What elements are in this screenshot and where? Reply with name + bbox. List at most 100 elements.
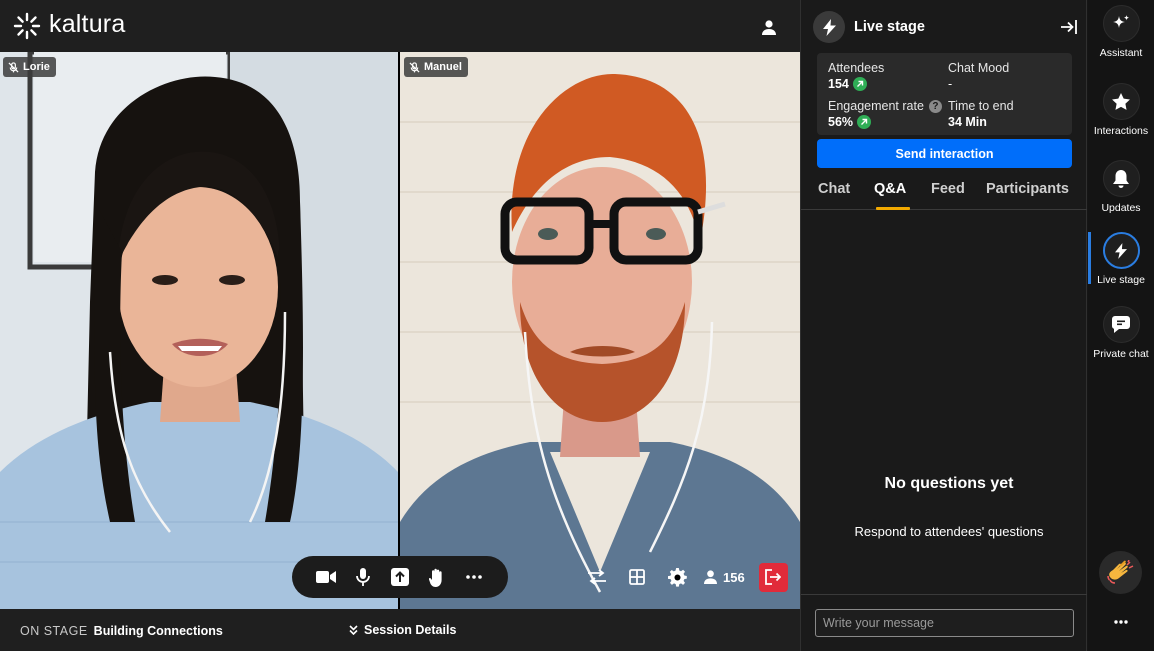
rail-item-live-stage[interactable]: Live stage bbox=[1088, 232, 1154, 286]
private-chat-button[interactable] bbox=[1102, 306, 1140, 343]
participant-count-value: 156 bbox=[723, 569, 745, 585]
grid-view-button[interactable] bbox=[624, 564, 650, 590]
lightning-icon bbox=[1115, 242, 1127, 259]
brand-name: kaltura bbox=[49, 10, 126, 38]
session-stats: Attendees 154 Chat Mood - Engagement rat… bbox=[817, 53, 1072, 135]
time-to-end-label: Time to end bbox=[948, 99, 1014, 113]
time-to-end-stat: Time to end 34 Min bbox=[948, 99, 1014, 129]
mic-muted-icon bbox=[409, 61, 420, 73]
rail-item-assistant[interactable]: Assistant bbox=[1088, 5, 1154, 59]
more-options-button[interactable] bbox=[461, 564, 487, 590]
grid-icon bbox=[629, 569, 645, 585]
collapse-right-icon bbox=[1061, 20, 1077, 34]
trend-up-icon bbox=[852, 77, 867, 91]
chat-mood-label: Chat Mood bbox=[948, 61, 1010, 75]
settings-button[interactable] bbox=[664, 564, 690, 590]
more-options-rail-button[interactable] bbox=[1110, 612, 1132, 632]
on-stage-info: ON STAGE Building Connections bbox=[20, 624, 223, 638]
user-icon bbox=[762, 19, 776, 35]
rail-item-interactions[interactable]: Interactions bbox=[1088, 83, 1154, 137]
rail-item-private-chat[interactable]: Private chat bbox=[1088, 306, 1154, 360]
empty-state-title: No questions yet bbox=[884, 475, 1014, 492]
kaltura-logo[interactable]: kaltura bbox=[13, 10, 126, 40]
microphone-button[interactable] bbox=[350, 564, 376, 590]
raise-hand-icon bbox=[429, 568, 442, 587]
attendees-value: 154 bbox=[828, 77, 849, 91]
panel-tabs: Chat Q&A Feed Participants bbox=[801, 172, 1087, 210]
tab-feed[interactable]: Feed bbox=[931, 181, 965, 197]
help-icon[interactable]: ? bbox=[928, 99, 942, 113]
tab-participants[interactable]: Participants bbox=[986, 181, 1069, 197]
user-profile-button[interactable] bbox=[758, 16, 780, 38]
panel-header: Live stage bbox=[813, 11, 1078, 43]
participant-name: Manuel bbox=[424, 61, 462, 73]
sparkle-icon bbox=[1113, 14, 1130, 28]
camera-icon bbox=[316, 571, 336, 583]
engagement-label: Engagement rate bbox=[828, 99, 924, 113]
session-details-label: Session Details bbox=[364, 623, 457, 637]
reactions-button[interactable] bbox=[1099, 551, 1142, 594]
clapping-hands-icon bbox=[1106, 559, 1133, 584]
on-stage-label: ON STAGE bbox=[20, 624, 88, 638]
session-title: Building Connections bbox=[93, 624, 223, 638]
participant-video-manuel bbox=[400, 52, 800, 609]
kaltura-logo-icon bbox=[13, 12, 41, 40]
rail-label: Private chat bbox=[1093, 348, 1149, 360]
panel-icon bbox=[813, 11, 845, 43]
live-stage-panel: Live stage Attendees 154 Chat Mood - Eng… bbox=[800, 0, 1087, 651]
camera-button[interactable] bbox=[313, 564, 339, 590]
rail-label: Assistant bbox=[1099, 47, 1143, 59]
rail-label: Updates bbox=[1101, 202, 1141, 214]
message-input[interactable] bbox=[815, 609, 1074, 637]
participant-name: Lorie bbox=[23, 61, 50, 73]
video-tile-manuel[interactable]: Manuel bbox=[400, 52, 800, 609]
participant-name-tag: Manuel bbox=[404, 57, 468, 77]
attendees-stat: Attendees 154 bbox=[828, 61, 884, 91]
gear-icon bbox=[667, 567, 687, 587]
more-icon bbox=[466, 575, 482, 579]
video-stage: Lorie Manuel bbox=[0, 52, 800, 609]
microphone-icon bbox=[356, 568, 370, 586]
rail-label: Interactions bbox=[1093, 125, 1149, 137]
active-tab-indicator bbox=[876, 207, 910, 210]
share-screen-button[interactable] bbox=[387, 564, 413, 590]
trend-up-icon bbox=[857, 115, 872, 129]
live-stage-button[interactable] bbox=[1102, 232, 1140, 269]
participant-count-button[interactable]: 156 bbox=[704, 570, 745, 585]
tab-chat[interactable]: Chat bbox=[818, 181, 850, 197]
engagement-value: 56% bbox=[828, 115, 854, 129]
bell-icon bbox=[1113, 169, 1129, 188]
lightning-icon bbox=[822, 18, 836, 36]
send-interaction-button[interactable]: Send interaction bbox=[817, 139, 1072, 168]
interactions-button[interactable] bbox=[1102, 83, 1140, 120]
mic-muted-icon bbox=[8, 61, 19, 73]
engagement-stat: Engagement rate ? 56% bbox=[828, 99, 942, 129]
double-chevron-down-icon bbox=[349, 625, 358, 635]
participant-name-tag: Lorie bbox=[3, 57, 56, 77]
leave-icon bbox=[765, 569, 782, 585]
star-icon bbox=[1112, 93, 1130, 110]
leave-session-button[interactable] bbox=[758, 562, 788, 592]
rail-label: Live stage bbox=[1097, 274, 1145, 286]
layout-switch-icon bbox=[588, 569, 606, 585]
updates-button[interactable] bbox=[1102, 160, 1140, 197]
media-controls bbox=[292, 556, 508, 598]
tab-qa[interactable]: Q&A bbox=[874, 181, 906, 197]
participant-video-lorie bbox=[0, 52, 398, 609]
time-to-end-value: 34 Min bbox=[948, 115, 987, 129]
raise-hand-button[interactable] bbox=[424, 564, 450, 590]
bottom-bar: ON STAGE Building Connections Session De… bbox=[0, 609, 800, 651]
top-bar: kaltura bbox=[0, 0, 800, 52]
collapse-panel-button[interactable] bbox=[1060, 18, 1078, 36]
empty-state-subtitle: Respond to attendees' questions bbox=[854, 524, 1044, 539]
assistant-button[interactable] bbox=[1102, 5, 1140, 42]
video-tile-lorie[interactable]: Lorie bbox=[0, 52, 398, 609]
panel-title: Live stage bbox=[854, 19, 925, 35]
chat-mood-value: - bbox=[948, 77, 953, 91]
share-screen-icon bbox=[391, 568, 409, 586]
stage-controls: 156 bbox=[584, 562, 788, 592]
rail-item-updates[interactable]: Updates bbox=[1088, 160, 1154, 214]
layout-switch-button[interactable] bbox=[584, 564, 610, 590]
chat-bubble-icon bbox=[1112, 316, 1130, 333]
session-details-button[interactable]: Session Details bbox=[349, 623, 456, 637]
